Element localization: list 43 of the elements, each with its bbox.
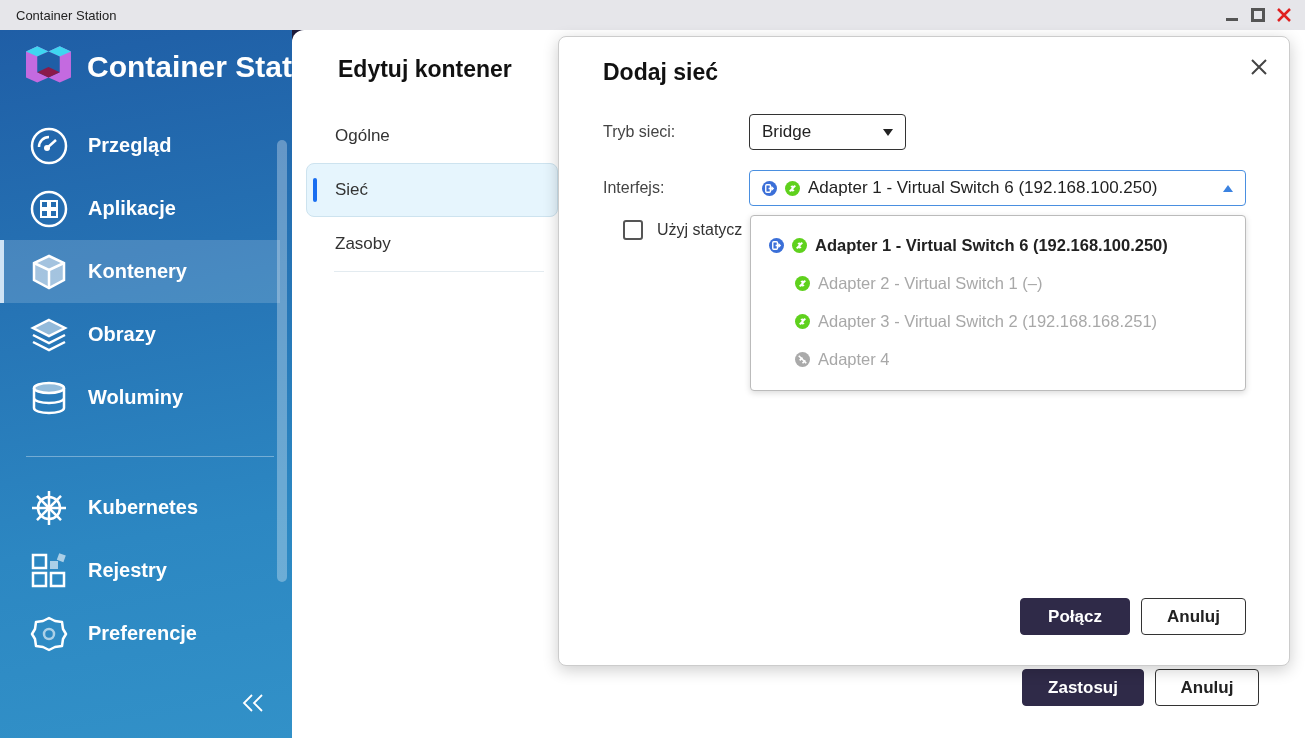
scrollbar[interactable] <box>277 140 287 582</box>
link-icon <box>795 313 810 329</box>
sidebar-item[interactable]: Preferencje <box>0 602 280 665</box>
checkbox-label: Użyj statycz <box>657 221 743 239</box>
field-label: Interfejs: <box>603 179 666 197</box>
cancel-button[interactable]: Anuluj <box>1155 669 1259 706</box>
link-icon <box>795 275 810 291</box>
bridge-icon <box>769 237 784 253</box>
field-label: Tryb sieci: <box>603 123 677 141</box>
apply-button[interactable]: Zastosuj <box>1022 669 1144 706</box>
window-title: Container Station <box>16 7 118 23</box>
interface-select[interactable]: Adapter 1 - Virtual Switch 6 (192.168.100.250) <box>749 170 1246 206</box>
link-icon <box>785 180 800 196</box>
app-title: Container Stat <box>86 50 292 84</box>
gear-icon <box>30 614 68 653</box>
menu-option[interactable]: Adapter 1 - Virtual Switch 6 (192.168.100.250) <box>751 226 1245 264</box>
sidebar-item[interactable]: Aplikacje <box>0 177 280 240</box>
nav-tab[interactable]: Ogólne <box>306 109 558 163</box>
cube-icon <box>30 252 68 291</box>
sidebar-item[interactable]: Kubernetes <box>0 476 280 539</box>
dialog-title: Dodaj sieć <box>603 59 720 86</box>
close-icon[interactable] <box>1249 57 1269 77</box>
nav-tab[interactable]: Sieć <box>306 163 558 217</box>
caret-icon <box>1223 184 1233 192</box>
bridge-icon <box>762 180 777 196</box>
sidebar-item[interactable]: Kontenery <box>0 240 280 303</box>
sidebar-item[interactable]: Woluminy <box>0 366 280 429</box>
checkbox[interactable] <box>623 220 643 240</box>
cancel-button[interactable]: Anuluj <box>1141 598 1246 635</box>
blocks-icon <box>30 551 68 590</box>
mode-select[interactable]: Bridge <box>749 114 906 150</box>
sidebar-item[interactable]: Rejestry <box>0 539 280 602</box>
nav-tab[interactable]: Zasoby <box>306 217 558 271</box>
broken-link-icon <box>795 351 810 367</box>
helm-icon <box>30 488 68 527</box>
grid-icon <box>30 189 68 228</box>
connect-button[interactable]: Połącz <box>1020 598 1130 635</box>
sidebar-item[interactable]: Obrazy <box>0 303 280 366</box>
panel-title: Edytuj kontener <box>337 56 513 83</box>
link-icon <box>792 237 807 253</box>
gauge-icon <box>30 126 68 165</box>
caret-icon <box>883 128 893 136</box>
sidebar-item[interactable]: Przegląd <box>0 114 280 177</box>
